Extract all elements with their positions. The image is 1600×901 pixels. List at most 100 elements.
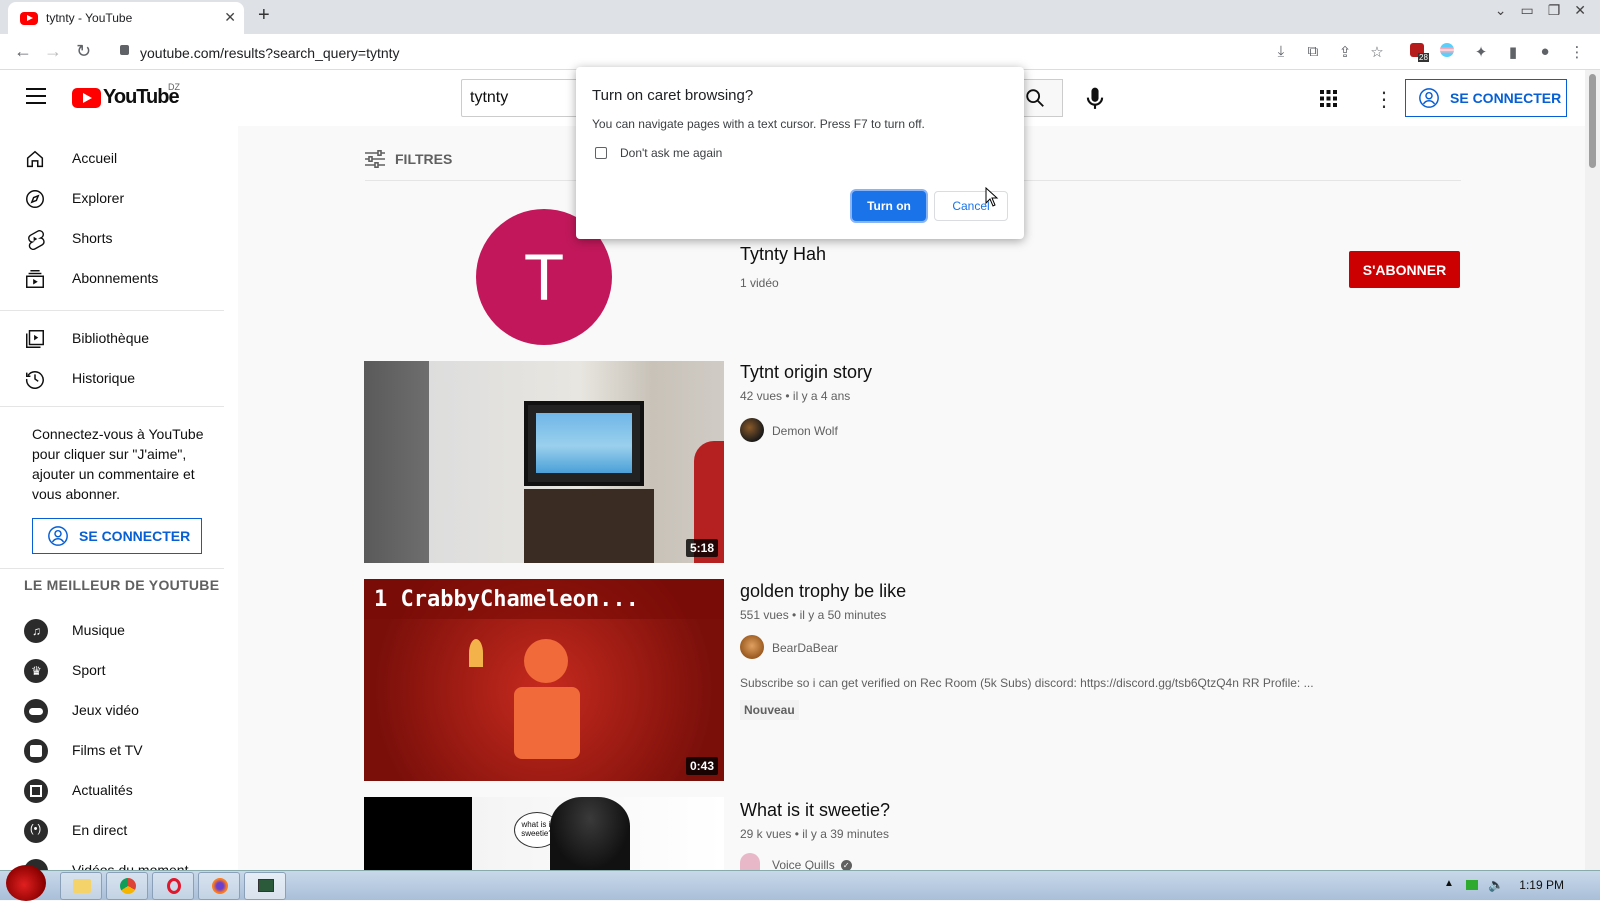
video-title[interactable]: What is it sweetie?	[740, 800, 890, 821]
restore-icon[interactable]: ❐	[1548, 2, 1561, 19]
sidebar-item-historique[interactable]: Historique	[0, 358, 230, 398]
video-channel-name[interactable]: Demon Wolf	[772, 424, 838, 438]
firefox-icon[interactable]	[198, 872, 240, 900]
sidebar-item-sport[interactable]: ♛ Sport	[0, 650, 230, 690]
tab-title: tytnty - YouTube	[46, 11, 133, 25]
dont-ask-label[interactable]: Don't ask me again	[620, 146, 722, 160]
forward-icon[interactable]: →	[44, 41, 62, 62]
bookmark-star-icon[interactable]: ☆	[1368, 43, 1386, 61]
sidebar-item-films-tv[interactable]: Films et TV	[0, 730, 230, 770]
best-of-youtube-header: LE MEILLEUR DE YOUTUBE	[24, 577, 220, 593]
sidebar-item-abonnements[interactable]: Abonnements	[0, 258, 230, 298]
thumbnail-figure-head	[524, 639, 568, 683]
video-description: Subscribe so i can get verified on Rec R…	[740, 676, 1314, 690]
video-duration: 5:18	[685, 539, 718, 557]
screen-recorder-icon[interactable]	[244, 872, 286, 900]
dont-ask-checkbox[interactable]	[595, 147, 607, 159]
youtube-logo[interactable]: YouTube DZ	[72, 82, 180, 109]
filters-button[interactable]: FILTRES	[365, 150, 452, 168]
close-tab-icon[interactable]: ✕	[224, 9, 236, 26]
dialog-message: You can navigate pages with a text curso…	[592, 117, 925, 131]
sidebar-item-label: Accueil	[72, 150, 118, 166]
start-button-icon[interactable]	[6, 865, 46, 901]
download-icon[interactable]: ⤓	[1272, 43, 1290, 61]
signin-label: SE CONNECTER	[79, 528, 191, 544]
sidebar-divider	[0, 310, 224, 311]
sidebar-item-label: Actualités	[72, 782, 133, 798]
translate-icon[interactable]: ⧉	[1304, 43, 1322, 61]
window-controls: ⌄ ▭ ❐ ✕	[1495, 2, 1586, 19]
sidebar-item-label: Musique	[72, 622, 125, 638]
microphone-icon	[1086, 87, 1104, 109]
channel-avatar-small[interactable]	[740, 418, 764, 442]
live-icon: (•)	[24, 819, 48, 843]
hamburger-menu-icon[interactable]	[26, 88, 46, 104]
profile-icon[interactable]: ●	[1536, 43, 1554, 61]
sidebar-divider	[0, 568, 224, 569]
taskbar-clock[interactable]: 1:19 PM	[1519, 878, 1564, 892]
thumbnail-torch	[469, 639, 483, 667]
signin-prompt-text: Connectez-vous à YouTube pour cliquer su…	[32, 426, 204, 502]
filters-label: FILTRES	[395, 151, 453, 167]
video-title[interactable]: golden trophy be like	[740, 581, 906, 602]
channel-avatar-small[interactable]	[740, 853, 760, 870]
signin-button-sidebar[interactable]: SE CONNECTER	[32, 518, 202, 554]
dialog-title: Turn on caret browsing?	[592, 87, 754, 104]
file-explorer-icon[interactable]	[60, 872, 102, 900]
new-badge: Nouveau	[740, 700, 799, 720]
extension-badge-count: 28	[1418, 53, 1429, 62]
new-tab-button[interactable]: +	[258, 4, 270, 27]
volume-icon[interactable]: 🔈	[1488, 877, 1504, 893]
extension-flag-icon[interactable]	[1440, 43, 1458, 61]
browser-tab[interactable]: tytnty - YouTube ✕	[8, 2, 244, 34]
chrome-icon[interactable]	[106, 872, 148, 900]
video-title[interactable]: Tytnt origin story	[740, 362, 872, 383]
channel-avatar-small[interactable]	[740, 635, 764, 659]
subscribe-button[interactable]: S'ABONNER	[1349, 251, 1460, 288]
scrollbar-thumb[interactable]	[1589, 74, 1596, 168]
address-bar[interactable]: youtube.com/results?search_query=tytnty	[108, 38, 1388, 66]
opera-icon[interactable]	[152, 872, 194, 900]
sidebar-item-explorer[interactable]: Explorer	[0, 178, 230, 218]
side-panel-icon[interactable]: ▮	[1504, 43, 1522, 61]
youtube-favicon-icon	[20, 12, 38, 25]
back-icon[interactable]: ←	[14, 41, 32, 62]
minimize-icon[interactable]: ▭	[1520, 2, 1533, 19]
sidebar-item-label: Jeux vidéo	[72, 702, 139, 718]
thumbnail-figure-body	[514, 687, 580, 759]
video-thumbnail[interactable]: what is it sweetie?	[364, 797, 724, 870]
channel-name[interactable]: Tytnty Hah	[740, 244, 826, 265]
tray-arrow-icon[interactable]: ▲	[1444, 878, 1454, 889]
compass-icon	[26, 190, 44, 208]
share-icon[interactable]: ⇪	[1336, 43, 1354, 61]
sidebar-item-musique[interactable]: ♫ Musique	[0, 610, 230, 650]
extensions-puzzle-icon[interactable]: ✦	[1472, 43, 1490, 61]
turn-on-button[interactable]: Turn on	[852, 191, 926, 221]
mouse-cursor-icon	[985, 187, 999, 207]
extension-badge-icon[interactable]: 28	[1410, 43, 1429, 62]
video-thumbnail[interactable]: 5:18	[364, 361, 724, 563]
page-scrollbar[interactable]	[1585, 70, 1600, 870]
apps-grid-icon[interactable]	[1320, 90, 1337, 107]
video-channel-name[interactable]: BearDaBear	[772, 641, 838, 655]
close-window-icon[interactable]: ✕	[1574, 2, 1586, 19]
sidebar-item-accueil[interactable]: Accueil	[0, 138, 230, 178]
thumbnail-character	[550, 797, 630, 870]
sidebar-item-bibliotheque[interactable]: Bibliothèque	[0, 318, 230, 358]
browser-tab-bar: tytnty - YouTube ✕ + ⌄ ▭ ❐ ✕	[0, 0, 1600, 34]
settings-more-icon[interactable]: ⋮	[1374, 87, 1394, 112]
reload-icon[interactable]: ↻	[76, 41, 91, 62]
sidebar-item-actualites[interactable]: Actualités	[0, 770, 230, 810]
sidebar-item-jeux-video[interactable]: Jeux vidéo	[0, 690, 230, 730]
sidebar-item-shorts[interactable]: Shorts	[0, 218, 230, 258]
video-thumbnail[interactable]: 1 CrabbyChameleon... 0:43	[364, 579, 724, 781]
sidebar-item-en-direct[interactable]: (•) En direct	[0, 810, 230, 850]
tab-search-icon[interactable]: ⌄	[1495, 2, 1507, 19]
browser-menu-icon[interactable]: ⋮	[1568, 43, 1586, 61]
sidebar: Accueil Explorer Shorts Abonnements Bibl…	[0, 126, 238, 870]
caret-browsing-dialog: Turn on caret browsing? You can navigate…	[576, 67, 1024, 239]
voice-search-button[interactable]	[1078, 82, 1112, 116]
news-icon	[24, 779, 48, 803]
sidebar-item-label: Explorer	[72, 190, 125, 206]
signin-button-header[interactable]: SE CONNECTER	[1405, 79, 1567, 117]
